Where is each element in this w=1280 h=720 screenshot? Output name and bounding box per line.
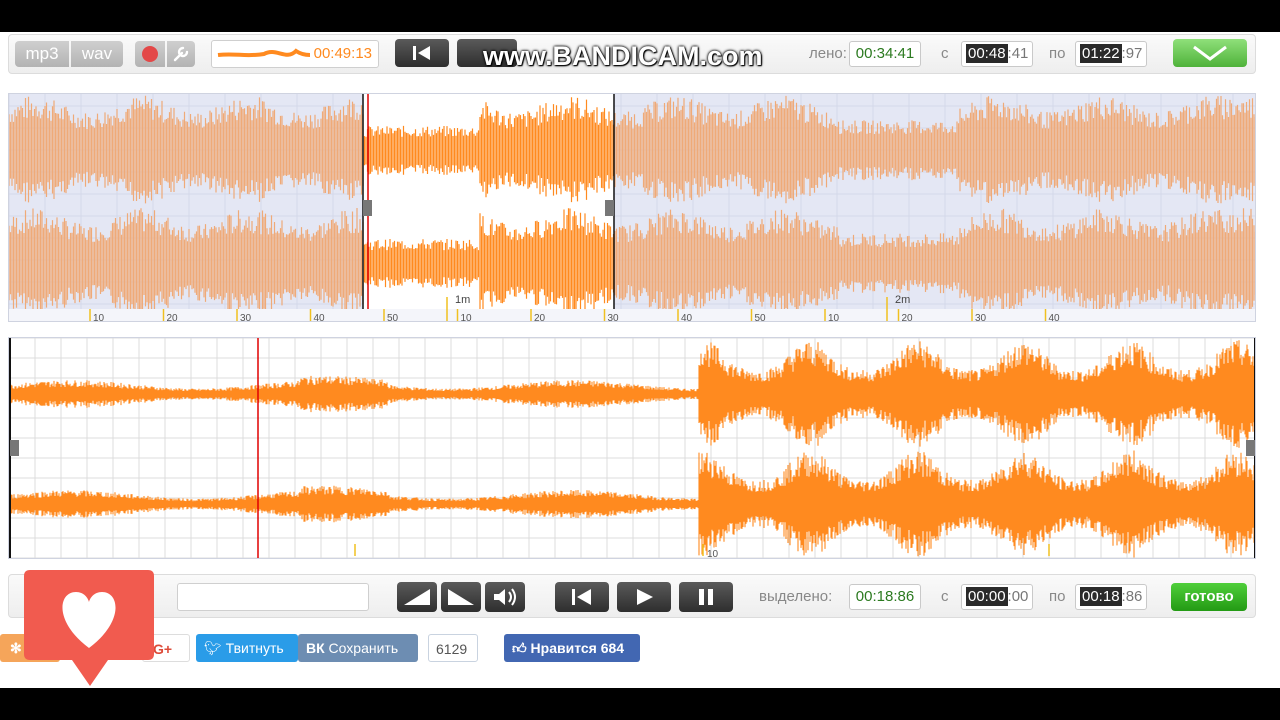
selected-label-top: лено: <box>809 45 847 62</box>
skip-back-icon <box>413 46 430 60</box>
record-icon <box>142 46 158 62</box>
to-time-rest-top: :97 <box>1121 45 1143 62</box>
overview-tick-label: 40 <box>1049 313 1061 322</box>
overview-waveform[interactable]: 10 20 30 40 50 10 20 30 40 50 10 20 30 40 1m 2m <box>8 93 1256 322</box>
to-time-input-top[interactable]: 01:22:97 <box>1075 41 1147 67</box>
fade-out-button[interactable] <box>441 582 481 612</box>
format-wav-button[interactable]: wav <box>71 41 123 67</box>
overview-tick-label: 20 <box>902 313 914 322</box>
done-button[interactable]: готово <box>1171 583 1247 611</box>
settings-button[interactable] <box>167 41 195 67</box>
overview-tick-label: 10 <box>828 313 840 322</box>
fade-in-icon <box>404 589 430 605</box>
top-toolbar: mp3 wav 00:49:13 www.BANDICAM.com лено: … <box>8 34 1256 74</box>
heart-like-overlay[interactable] <box>24 570 154 688</box>
bottom-toolbar: выделено: 00:18:86 с 00:00:00 по 00:18:8… <box>8 574 1256 618</box>
play-icon <box>637 589 653 605</box>
watermark: www.BANDICAM.com <box>483 41 763 71</box>
fb-label: Нравится 684 <box>530 640 625 656</box>
overview-tick-label: 10 <box>461 313 473 322</box>
from-time-hl-top: 00:48 <box>966 44 1008 63</box>
overview-tick-label: 50 <box>387 313 399 322</box>
from-label: с <box>941 588 949 605</box>
overview-tick-label: 40 <box>314 313 326 322</box>
overview-tick-label: 10 <box>93 313 105 322</box>
overview-wave-canvas: 10 20 30 40 50 10 20 30 40 50 10 20 30 40 1m 2m <box>9 94 1255 322</box>
to-time-input[interactable]: 00:18:86 <box>1075 584 1147 610</box>
filename-input[interactable] <box>177 583 369 611</box>
fade-out-icon <box>448 589 474 605</box>
vk-count: 6129 <box>428 634 478 662</box>
wrench-icon <box>173 46 189 62</box>
overview-tick-label: 30 <box>608 313 620 322</box>
fb-like-button[interactable]: 👍︎ Нравится 684 <box>504 634 640 662</box>
format-mp3-button[interactable]: mp3 <box>15 41 69 67</box>
chevron-down-icon <box>1193 45 1227 61</box>
pause-button[interactable] <box>679 582 733 612</box>
tweet-label: Твитнуть <box>225 640 284 656</box>
dropdown-button[interactable] <box>1173 39 1247 67</box>
clip-time: 00:49:13 <box>313 45 372 62</box>
detail-tick-label: 10 <box>707 549 719 559</box>
volume-button[interactable] <box>485 582 525 612</box>
overview-tick-label: 30 <box>975 313 987 322</box>
overview-tick-label: 50 <box>755 313 767 322</box>
app-window: mp3 wav 00:49:13 www.BANDICAM.com лено: … <box>0 32 1280 688</box>
from-time-input[interactable]: 00:00:00 <box>961 584 1033 610</box>
skip-start-button[interactable] <box>395 39 449 67</box>
from-time-input-top[interactable]: 00:48:41 <box>961 41 1033 67</box>
overview-tick-label: 40 <box>681 313 693 322</box>
selected-label: выделено: <box>759 588 833 605</box>
tweet-button[interactable]: 🐦︎ Твитнуть <box>196 634 298 662</box>
from-time-rest-top: :41 <box>1007 45 1029 62</box>
overview-tick-label: 30 <box>240 313 252 322</box>
skip-back-icon <box>572 589 591 605</box>
selected-time-top: 00:34:41 <box>849 41 921 67</box>
to-label: по <box>1049 588 1066 605</box>
to-time-hl-top: 01:22 <box>1080 44 1122 63</box>
twitter-icon: 🐦︎ <box>204 640 226 656</box>
mini-wave-icon <box>217 48 311 58</box>
vk-label: Сохранить <box>328 640 399 656</box>
vk-icon: ВК <box>306 640 329 656</box>
selected-time: 00:18:86 <box>849 584 921 610</box>
from-label-top: с <box>941 45 949 62</box>
overview-minute-label: 1m <box>455 294 470 306</box>
volume-icon <box>494 588 516 606</box>
from-time-hl: 00:00 <box>966 587 1008 606</box>
thumb-up-icon: 👍︎ <box>512 640 531 656</box>
to-label-top: по <box>1049 45 1066 62</box>
vk-save-button[interactable]: ВК Сохранить <box>298 634 418 662</box>
skip-start-button-bottom[interactable] <box>555 582 609 612</box>
record-button[interactable] <box>135 41 165 67</box>
detail-wave-canvas: 10 <box>9 338 1255 559</box>
overview-tick-label: 20 <box>534 313 546 322</box>
play-button[interactable] <box>617 582 671 612</box>
detail-waveform[interactable]: 10 <box>8 337 1256 559</box>
to-time-rest: :86 <box>1121 588 1143 605</box>
overview-minute-label: 2m <box>895 294 910 306</box>
pause-icon <box>699 589 713 605</box>
overview-tick-label: 20 <box>167 313 179 322</box>
clip-preview[interactable]: 00:49:13 <box>211 40 379 68</box>
from-time-rest: :00 <box>1007 588 1029 605</box>
to-time-hl: 00:18 <box>1080 587 1122 606</box>
fade-in-button[interactable] <box>397 582 437 612</box>
